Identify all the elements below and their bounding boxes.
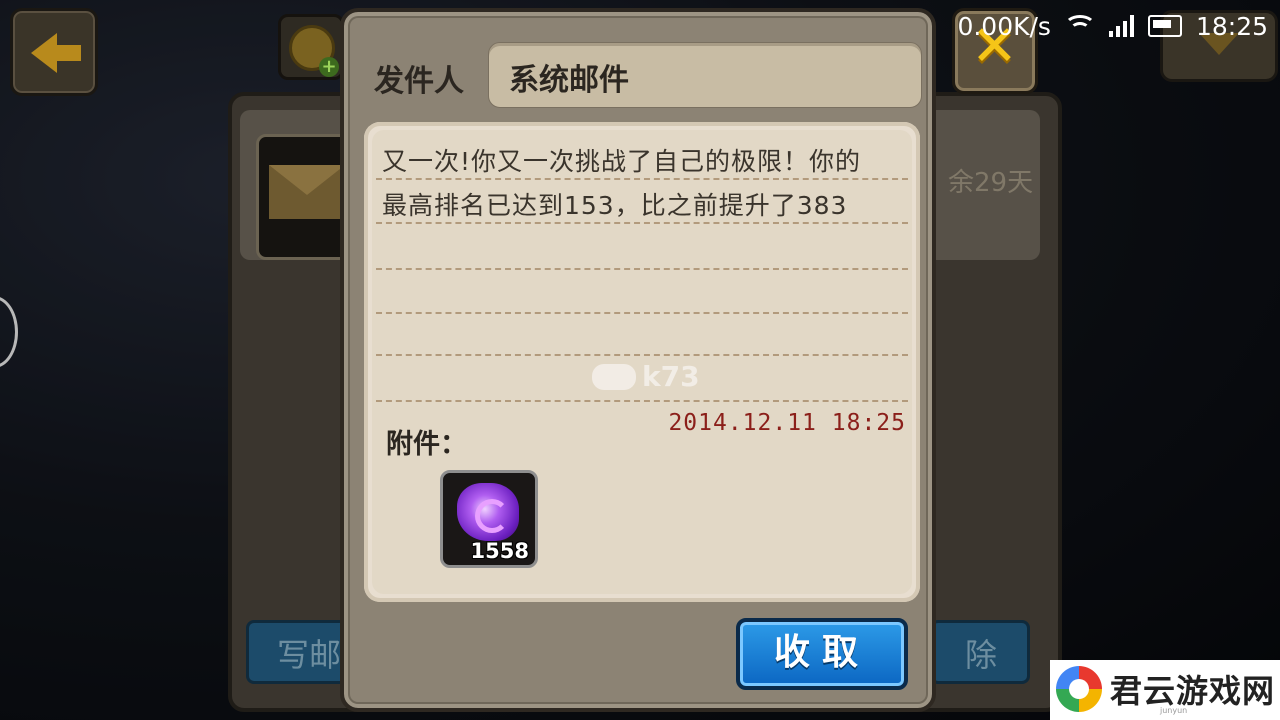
sender-name: 系统邮件 xyxy=(509,63,629,98)
sender-label: 发件人 xyxy=(374,64,464,99)
attachment-label: 附件： xyxy=(386,429,467,460)
ruled-line xyxy=(376,222,908,224)
item-count: 1558 xyxy=(470,539,529,563)
ruled-line xyxy=(376,400,908,402)
collect-button[interactable]: 收取 xyxy=(736,618,908,690)
mail-paper: 又一次!你又一次挑战了自己的极限！你的 最高排名已达到153，比之前提升了383… xyxy=(364,122,920,602)
gamepad-icon xyxy=(592,364,636,390)
ruled-line xyxy=(376,268,908,270)
logo-subtext: junyun xyxy=(1160,706,1188,715)
envelope-icon xyxy=(269,165,345,219)
add-coins-button[interactable]: + xyxy=(278,14,344,80)
delete-button[interactable]: 除 xyxy=(930,620,1030,684)
clock: 18:25 xyxy=(1195,11,1268,41)
status-bar: 0.00K/s 18:25 xyxy=(957,8,1268,44)
sender-field: 系统邮件 xyxy=(488,42,922,108)
logo-text: 君云游戏网 xyxy=(1110,672,1276,710)
ruled-line xyxy=(376,312,908,314)
mail-date: 2014.12.11 18:25 xyxy=(668,410,906,436)
plus-icon: + xyxy=(319,57,339,77)
battery-icon xyxy=(1147,15,1182,37)
watermark-text: k73 xyxy=(642,360,700,393)
back-button[interactable] xyxy=(10,8,98,96)
network-speed: 0.00K/s xyxy=(957,11,1051,41)
purple-gem-icon xyxy=(457,483,519,541)
ruled-line xyxy=(376,354,908,356)
back-arrow-icon xyxy=(31,33,57,73)
mail-body-line: 又一次!你又一次挑战了自己的极限！你的 xyxy=(382,147,862,176)
attachment-item[interactable]: 1558 xyxy=(440,470,538,568)
wifi-icon xyxy=(1063,15,1096,37)
logo-icon xyxy=(1056,666,1102,712)
mail-body-line: 最高排名已达到153，比之前提升了383 xyxy=(382,191,848,220)
ruled-line xyxy=(376,178,908,180)
signal-icon xyxy=(1108,15,1134,37)
watermark: k73 xyxy=(592,360,762,400)
site-logo: 君云游戏网 junyun xyxy=(1050,660,1280,720)
mail-detail-dialog: 发件人 系统邮件 又一次!你又一次挑战了自己的极限！你的 最高排名已达到153，… xyxy=(340,8,936,712)
mail-expiry: 余29天 xyxy=(948,168,1034,198)
